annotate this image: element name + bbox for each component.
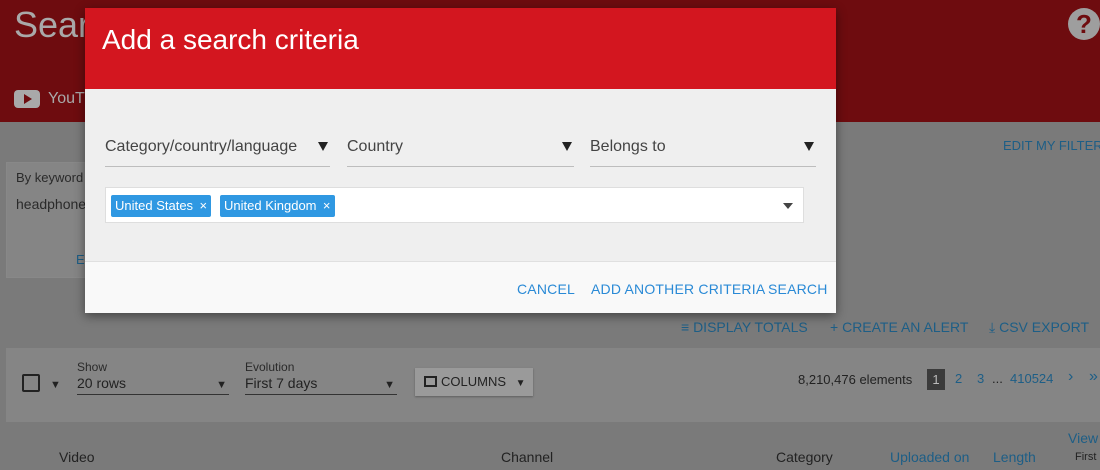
column-header-length[interactable]: Length [993, 449, 1036, 465]
column-header-uploaded-on[interactable]: Uploaded on [890, 449, 969, 465]
chevron-down-icon: ▼ [216, 379, 227, 391]
modal-footer: CANCEL ADD ANOTHER CRITERIA SEARCH [85, 261, 836, 313]
tag-remove-icon[interactable]: × [323, 195, 331, 217]
platform-tab-youtube[interactable]: YouT [48, 90, 85, 108]
criteria-field-dropdown[interactable]: Country [347, 128, 574, 167]
create-alert-label: CREATE AN ALERT [842, 319, 969, 335]
pagination-ellipsis: ... [992, 371, 1003, 386]
evolution-select[interactable]: First 7 days ▼ [245, 375, 397, 395]
chevron-down-icon: ▼ [515, 378, 526, 389]
columns-button-label: COLUMNS [441, 374, 507, 389]
filter-card-value: headphone [16, 196, 87, 212]
search-button[interactable]: SEARCH [768, 281, 828, 297]
add-another-criteria-button[interactable]: ADD ANOTHER CRITERIA [591, 281, 765, 297]
create-alert-button[interactable]: + CREATE AN ALERT [830, 319, 968, 335]
criteria-operator-dropdown[interactable]: Belongs to [590, 128, 816, 167]
criteria-type-label: Category/country/language [105, 138, 298, 155]
rows-select[interactable]: 20 rows ▼ [77, 375, 229, 395]
evolution-label: Evolution [245, 360, 295, 374]
show-label: Show [77, 360, 108, 374]
youtube-icon [14, 90, 40, 108]
select-all-checkbox[interactable] [22, 374, 40, 392]
page-title: Sear [14, 4, 91, 45]
modal-title: Add a search criteria [102, 24, 359, 55]
column-header-video[interactable]: Video [59, 449, 95, 465]
column-header-channel[interactable]: Channel [501, 449, 553, 465]
caret-down-icon[interactable] [783, 203, 793, 209]
rows-select-value: 20 rows [77, 375, 127, 391]
criteria-operator-label: Belongs to [590, 138, 666, 155]
column-header-views-sub: First [1075, 451, 1097, 463]
country-multiselect[interactable]: United States × United Kingdom × [105, 187, 804, 223]
criteria-field-label: Country [347, 138, 404, 155]
pagination-page-1[interactable]: 1 [927, 369, 945, 390]
column-header-category[interactable]: Category [776, 449, 833, 465]
display-totals-label: DISPLAY TOTALS [693, 319, 808, 335]
chevron-down-icon[interactable]: ▼ [50, 379, 61, 391]
criteria-type-dropdown[interactable]: Category/country/language [105, 128, 330, 167]
pagination-page-2[interactable]: 2 [955, 371, 962, 386]
plus-icon: + [830, 319, 839, 335]
display-totals-button[interactable]: ≡ DISPLAY TOTALS [681, 319, 808, 335]
pagination-page-3[interactable]: 3 [977, 371, 984, 386]
evolution-select-value: First 7 days [245, 375, 318, 391]
caret-down-icon [318, 142, 328, 151]
tag-united-states: United States × [111, 195, 212, 217]
column-header-views[interactable]: View [1068, 430, 1098, 446]
caret-down-icon [804, 142, 814, 151]
pagination-page-last[interactable]: 410524 [1010, 371, 1053, 386]
help-icon[interactable]: ? [1068, 8, 1100, 40]
pagination-next-icon[interactable]: › [1068, 368, 1073, 386]
edit-filters-link[interactable]: EDIT MY FILTER [1003, 138, 1100, 153]
columns-icon [424, 376, 437, 387]
tag-remove-icon[interactable]: × [199, 195, 207, 217]
add-criteria-modal: Add a search criteria Category/country/l… [85, 8, 836, 313]
caret-down-icon [562, 142, 572, 151]
csv-export-label: CSV EXPORT [999, 319, 1090, 335]
elements-count: 8,210,476 elements [798, 372, 913, 387]
tag-label: United States [115, 198, 194, 213]
columns-button[interactable]: COLUMNS ▼ [415, 368, 533, 396]
filter-card-edit-link[interactable]: E [76, 252, 85, 267]
csv-export-button[interactable]: ⤓ CSV EXPORT [989, 319, 1089, 336]
modal-header: Add a search criteria [85, 8, 836, 89]
pagination-last-icon[interactable]: » [1089, 368, 1098, 386]
download-icon: ⤓ [989, 319, 996, 335]
tag-label: United Kingdom [224, 198, 317, 213]
filter-card-label: By keyword [16, 170, 84, 185]
database-icon: ≡ [681, 319, 690, 335]
cancel-button[interactable]: CANCEL [517, 281, 575, 297]
chevron-down-icon: ▼ [384, 379, 395, 391]
tag-united-kingdom: United Kingdom × [220, 195, 335, 217]
